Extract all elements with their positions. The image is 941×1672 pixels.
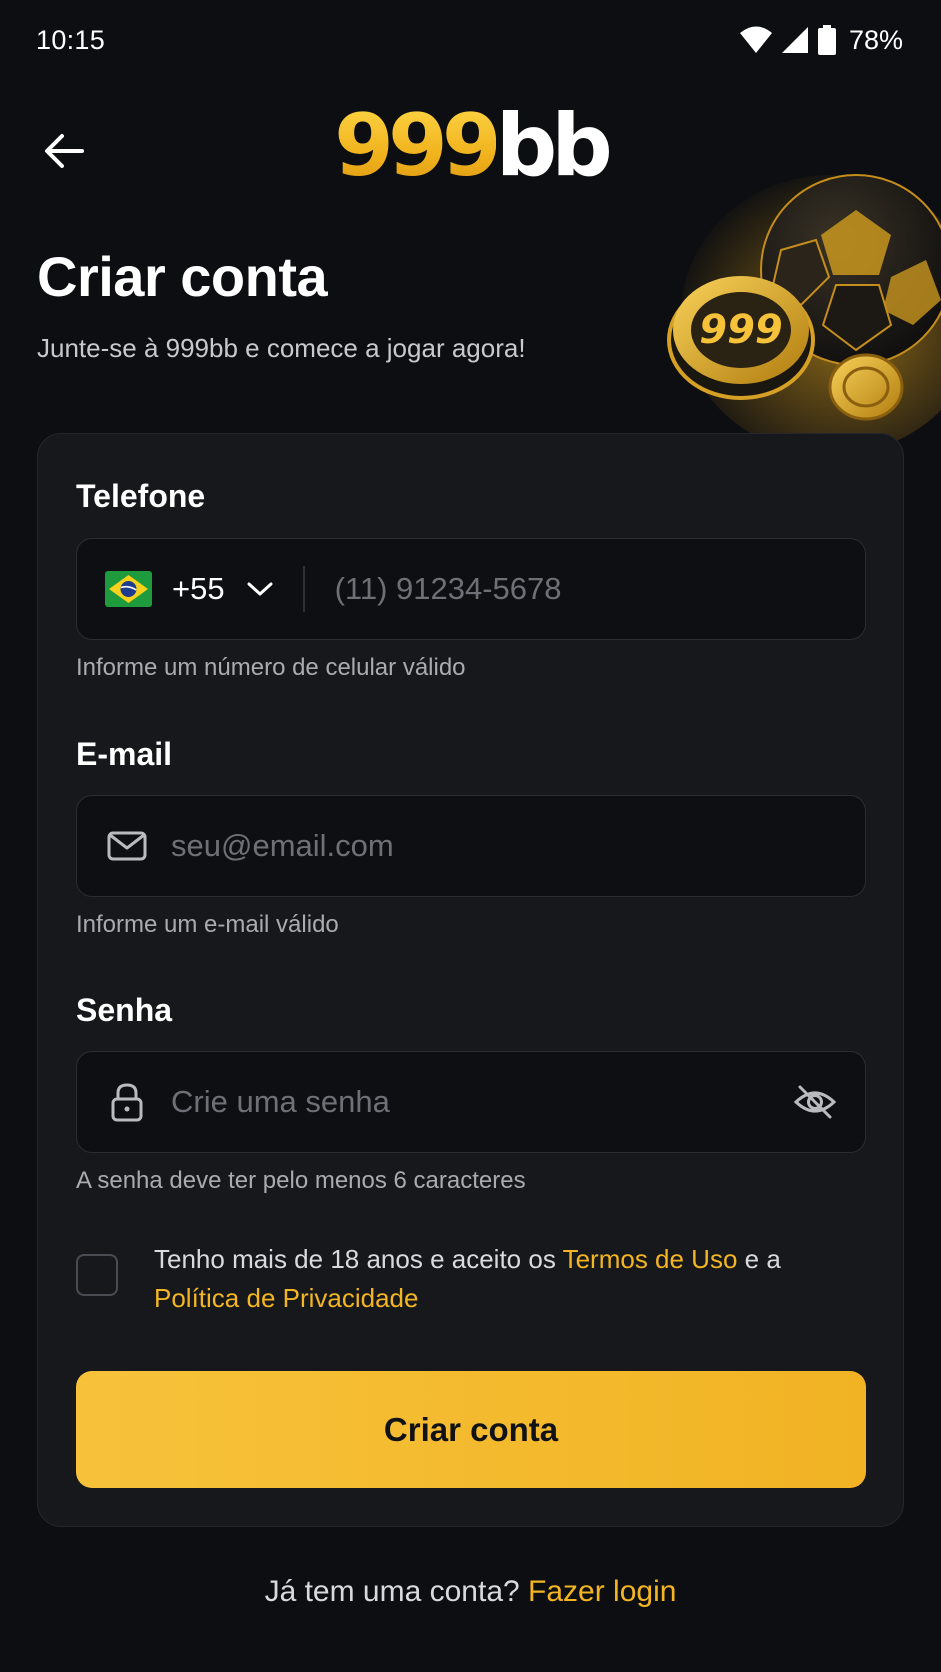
toggle-password-visibility[interactable]	[793, 1080, 837, 1124]
password-helper: A senha deve ter pelo menos 6 caracteres	[76, 1167, 526, 1194]
cell-signal-icon	[781, 27, 808, 53]
password-label: Senha	[76, 992, 173, 1028]
password-field[interactable]: Crie uma senha	[76, 1051, 866, 1153]
mail-icon	[107, 831, 147, 861]
wifi-icon	[739, 26, 772, 53]
terms-text: Tenho mais de 18 anos e aceito os Termos…	[154, 1240, 854, 1318]
email-label: E-mail	[76, 736, 173, 772]
phone-helper: Informe um número de celular válido	[76, 654, 466, 681]
eye-off-icon	[793, 1085, 837, 1119]
login-prompt-text: Já tem uma conta?	[264, 1575, 529, 1608]
battery-percent: 78%	[848, 24, 903, 55]
logo-number: 999	[334, 96, 502, 196]
lock-icon	[111, 1083, 143, 1122]
brazil-flag-icon	[105, 571, 152, 607]
chip-text: 999	[699, 307, 783, 353]
terms-checkbox[interactable]	[76, 1254, 118, 1296]
logo-suffix: bb	[495, 96, 613, 196]
terms-text-middle: e a	[737, 1244, 781, 1274]
phone-input[interactable]: (11) 91234-5678	[335, 571, 562, 607]
phone-label: Telefone	[76, 478, 206, 514]
terms-text-before: Tenho mais de 18 anos e aceito os	[154, 1244, 563, 1274]
phone-field: +55 (11) 91234-5678	[76, 538, 866, 640]
privacy-policy-link[interactable]: Política de Privacidade	[154, 1283, 418, 1313]
login-link[interactable]: Fazer login	[528, 1575, 676, 1608]
poker-chip-icon: 999	[667, 276, 815, 400]
country-code-selector[interactable]: +55	[77, 539, 303, 639]
login-prompt: Já tem uma conta? Fazer login	[0, 1575, 941, 1609]
email-input[interactable]: seu@email.com	[171, 828, 394, 864]
field-divider	[302, 566, 305, 612]
create-account-button[interactable]: Criar conta	[76, 1371, 866, 1488]
logo: 999bb	[0, 103, 941, 189]
country-code: +55	[172, 571, 225, 606]
status-time: 10:15	[36, 24, 106, 55]
email-field[interactable]: seu@email.com	[76, 795, 866, 897]
email-helper: Informe um e-mail válido	[76, 911, 339, 938]
hero-illustration: 999	[667, 174, 941, 445]
coin-icon	[828, 353, 904, 421]
status-icons: 78%	[739, 25, 903, 56]
page-subtitle: Junte-se à 999bb e comece a jogar agora!	[37, 333, 526, 363]
password-input[interactable]: Crie uma senha	[171, 1084, 390, 1120]
chevron-down-icon	[247, 582, 273, 596]
page-title: Criar conta	[37, 245, 328, 308]
signup-card: Telefone +55 (11) 91234-5678 Informe um …	[37, 433, 904, 1527]
battery-icon	[817, 25, 836, 55]
status-bar: 10:15 78%	[0, 0, 941, 80]
header: 999bb	[0, 95, 941, 205]
terms-of-use-link[interactable]: Termos de Uso	[563, 1244, 738, 1274]
